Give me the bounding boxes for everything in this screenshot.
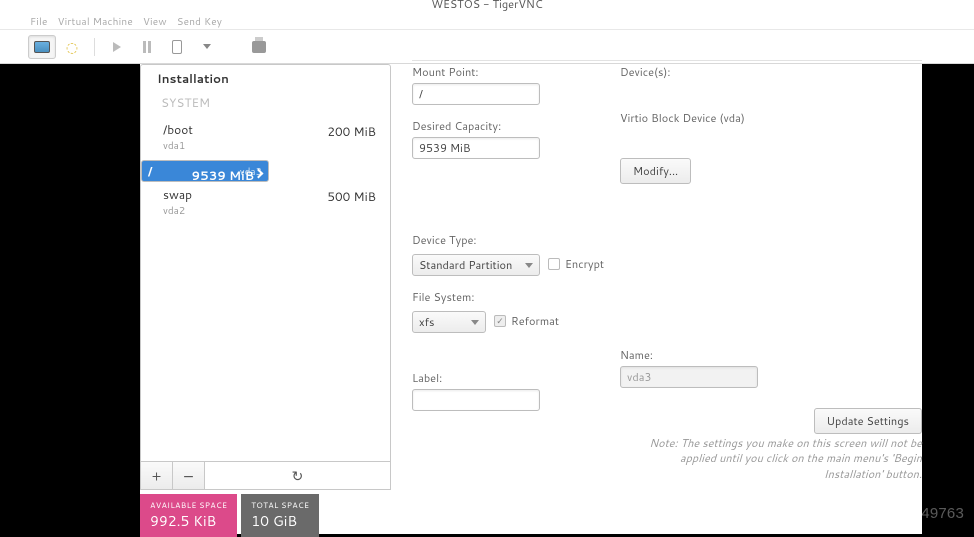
run-button[interactable] (103, 35, 131, 59)
size-label: 500 MiB (327, 188, 376, 205)
watermark: https://blog.csdn.net/weixin_45649763 (701, 505, 964, 522)
capacity-label: Desired Capacity: (412, 118, 622, 134)
devices-label: Device(s): (620, 64, 830, 80)
checkbox-icon (548, 258, 560, 270)
name-input (620, 366, 758, 388)
device-icon (172, 40, 182, 54)
partition-sidebar: Installation SYSTEM /boot vda1 200 MiB /… (140, 64, 391, 462)
shutdown-button[interactable] (163, 35, 191, 59)
total-space-box: TOTAL SPACE 10 GiB (241, 494, 319, 537)
partition-row-boot[interactable]: /boot vda1 200 MiB (141, 117, 390, 157)
mount-point-input[interactable] (412, 83, 540, 105)
remove-partition-button[interactable]: − (173, 462, 205, 489)
app-area: Installation SYSTEM /boot vda1 200 MiB /… (0, 64, 974, 534)
filesystem-select[interactable]: xfs (412, 311, 486, 333)
available-space-value: 992.5 KiB (150, 511, 227, 531)
checkbox-icon: ✓ (494, 315, 506, 327)
info-button[interactable]: ◌ (58, 35, 86, 59)
system-heading: SYSTEM (141, 92, 390, 117)
modify-button[interactable]: Modify... (620, 158, 691, 184)
chevron-down-icon (525, 263, 533, 268)
console-button[interactable] (28, 35, 56, 59)
partition-row-root[interactable]: / vda3 9539 MiB (141, 160, 269, 182)
total-space-value: 10 GiB (251, 511, 309, 531)
shutdown-menu[interactable] (193, 35, 221, 59)
add-partition-button[interactable]: + (141, 462, 173, 489)
chevron-down-icon (203, 44, 211, 49)
name-label: Name: (620, 347, 830, 363)
devices-value: Virtio Block Device (vda) (620, 110, 830, 126)
monitor-icon (34, 41, 50, 53)
note-text: Note: The settings you make on this scre… (632, 436, 922, 482)
size-label: 200 MiB (327, 123, 376, 140)
device-label: vda1 (163, 139, 374, 153)
encrypt-checkbox[interactable]: Encrypt (548, 256, 604, 272)
menu-virtualmachine[interactable]: Virtual Machine (58, 15, 133, 29)
pause-icon (143, 41, 151, 53)
available-space-box: AVAILABLE SPACE 992.5 KiB (140, 494, 237, 537)
snapshot-icon (252, 41, 266, 53)
snapshot-button[interactable] (245, 35, 273, 59)
menu-file[interactable]: File (30, 15, 48, 29)
capacity-input[interactable] (412, 137, 540, 159)
menubar: File Virtual Machine View Send Key (0, 14, 974, 30)
encrypt-label: Encrypt (565, 256, 604, 272)
chevron-down-icon (471, 320, 479, 325)
available-space-label: AVAILABLE SPACE (150, 499, 227, 511)
space-footer: AVAILABLE SPACE 992.5 KiB TOTAL SPACE 10… (140, 494, 319, 537)
label-input[interactable] (412, 389, 540, 411)
total-space-label: TOTAL SPACE (251, 499, 309, 511)
bulb-icon: ◌ (66, 37, 78, 57)
sidebar-tools: + − (140, 462, 391, 490)
toolbar: ◌ (0, 30, 974, 64)
form-area: Mount Point: Desired Capacity: Device Ty… (412, 64, 922, 68)
pause-button[interactable] (133, 35, 161, 59)
mountpoint-label: / (148, 163, 152, 180)
reload-button[interactable] (205, 462, 390, 489)
reformat-label: Reformat (511, 313, 559, 329)
reformat-checkbox: ✓ Reformat (494, 313, 559, 329)
label-label: Label: (412, 370, 622, 386)
partition-row-swap[interactable]: swap vda2 500 MiB (141, 182, 390, 222)
device-type-value: Standard Partition (419, 257, 512, 273)
play-icon (113, 42, 121, 52)
menu-sendkey[interactable]: Send Key (177, 15, 222, 29)
form-separator (412, 60, 922, 61)
window-title: WESTOS - TigerVNC (0, 0, 974, 14)
device-type-select[interactable]: Standard Partition (412, 254, 540, 276)
filesystem-label: File System: (412, 289, 622, 305)
mount-point-label: Mount Point: (412, 64, 622, 80)
device-type-label: Device Type: (412, 232, 622, 248)
device-label: vda2 (163, 204, 374, 218)
update-settings-button[interactable]: Update Settings (814, 408, 923, 434)
filesystem-value: xfs (419, 314, 435, 330)
installation-heading: Installation (141, 65, 390, 92)
installer-panel: Installation SYSTEM /boot vda1 200 MiB /… (140, 64, 922, 534)
menu-view[interactable]: View (143, 15, 167, 29)
separator (94, 38, 95, 56)
